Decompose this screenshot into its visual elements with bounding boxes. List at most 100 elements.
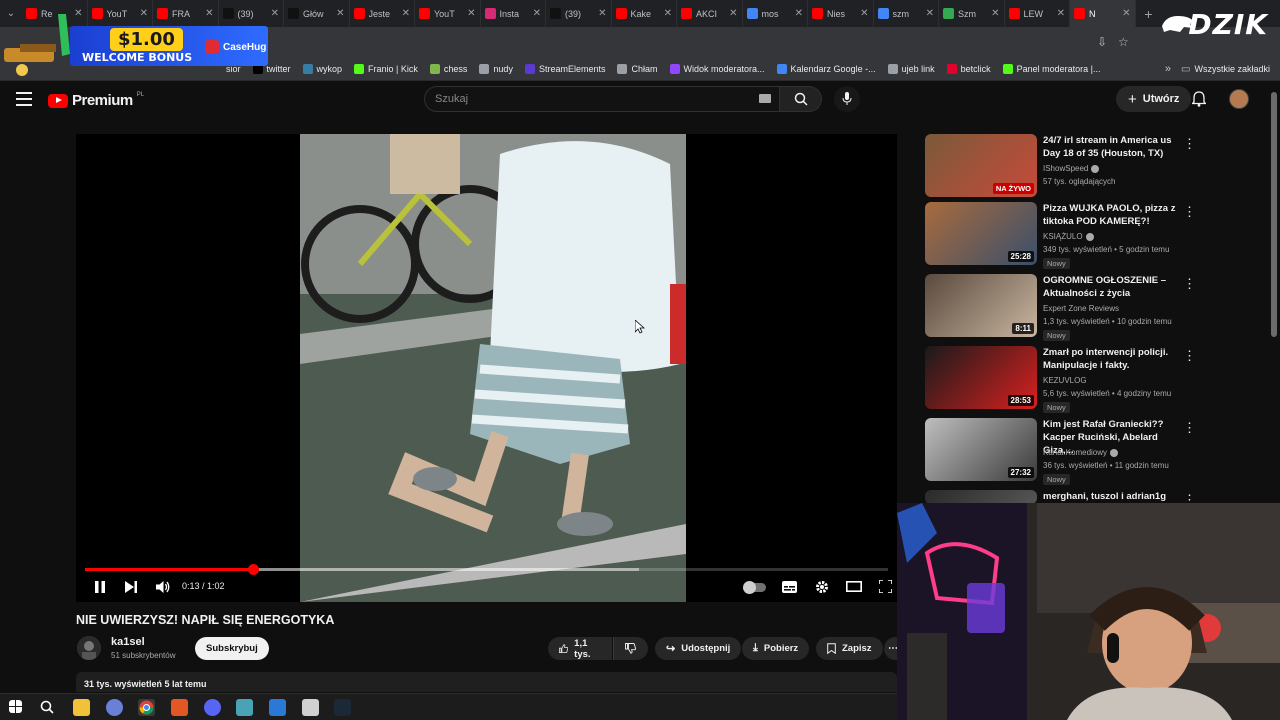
video-frame[interactable] xyxy=(300,134,686,602)
more-options-icon[interactable]: ⋮ xyxy=(1183,420,1196,436)
browser-tab[interactable]: szm ✕ xyxy=(874,0,939,27)
close-tab-icon[interactable]: ✕ xyxy=(271,8,279,19)
bookmark-star-icon[interactable]: ☆ xyxy=(1118,35,1129,49)
taskbar-search-icon[interactable] xyxy=(40,700,54,714)
bookmark-item[interactable]: Widok moderatora... xyxy=(669,63,765,74)
bookmark-item[interactable]: ujeb link xyxy=(887,63,935,74)
voice-search-button[interactable] xyxy=(834,86,860,112)
share-button[interactable]: ↪ Udostępnij xyxy=(655,637,742,660)
recommended-title[interactable]: Pizza WUJKA PAOLO, pizza z tiktoka POD K… xyxy=(1043,202,1181,228)
save-button[interactable]: Zapisz xyxy=(816,637,883,660)
browser-tab[interactable]: Głów ✕ xyxy=(284,0,350,27)
close-tab-icon[interactable]: ✕ xyxy=(1057,8,1065,19)
bookmark-item[interactable]: Franio | Kick xyxy=(354,63,418,74)
steam-icon[interactable] xyxy=(334,699,351,716)
windows-start-icon[interactable] xyxy=(9,700,22,713)
more-options-icon[interactable]: ⋮ xyxy=(1183,348,1196,364)
create-button[interactable]: + Utwórz xyxy=(1116,86,1192,112)
browser-tab[interactable]: N ✕ xyxy=(1070,0,1136,27)
browser-tab[interactable]: mos ✕ xyxy=(743,0,808,27)
recommended-video[interactable]: 27:32 Kim jest Rafał Graniecki?? Kacper R… xyxy=(925,418,1196,485)
notifications-bell-icon[interactable] xyxy=(1192,91,1206,107)
pause-icon[interactable] xyxy=(94,581,106,593)
install-app-icon[interactable]: ⇩ xyxy=(1097,35,1107,49)
browser-tab[interactable]: Kake ✕ xyxy=(612,0,677,27)
close-tab-icon[interactable]: ✕ xyxy=(860,8,868,19)
close-tab-icon[interactable]: ✕ xyxy=(467,8,475,19)
bookmark-item[interactable]: nudy xyxy=(479,63,513,74)
download-button[interactable]: ⤓ Pobierz xyxy=(742,637,810,660)
video-thumbnail[interactable]: NA ŻYWO xyxy=(925,134,1037,197)
video-thumbnail[interactable]: 25:28 xyxy=(925,202,1037,265)
channel-name[interactable]: ka1sel xyxy=(111,636,145,648)
browser-tab[interactable]: AKCI ✕ xyxy=(677,0,743,27)
recommended-channel[interactable]: IShowSpeed xyxy=(1043,164,1100,173)
browser-tab[interactable]: YouT ✕ xyxy=(415,0,481,27)
bookmark-item[interactable]: wykop xyxy=(302,63,342,74)
recommended-video[interactable]: merghani, tuszol i adrian1g ⋮ xyxy=(925,490,1196,507)
account-avatar[interactable] xyxy=(1229,89,1249,109)
bookmark-item[interactable]: chess xyxy=(429,63,467,74)
recommended-video[interactable]: 8:11 OGROMNE OGŁOSZENIE – Aktualności z ż… xyxy=(925,274,1196,341)
app-icon-5[interactable] xyxy=(302,699,319,716)
subscribe-button[interactable]: Subskrybuj xyxy=(195,637,269,660)
app-icon-4[interactable] xyxy=(269,699,286,716)
bookmark-item[interactable]: betclick xyxy=(946,63,991,74)
more-options-icon[interactable]: ⋮ xyxy=(1183,136,1196,152)
chrome-icon[interactable] xyxy=(138,699,155,716)
recommended-channel[interactable]: KSIĄŻULO xyxy=(1043,232,1094,241)
recommended-channel[interactable]: Kanał Komediowy xyxy=(1043,448,1119,457)
bookmark-item[interactable]: Kalendarz Google -... xyxy=(776,63,876,74)
recommended-title[interactable]: merghani, tuszol i adrian1g xyxy=(1043,490,1181,503)
browser-tab[interactable]: Szm ✕ xyxy=(939,0,1005,27)
close-tab-icon[interactable]: ✕ xyxy=(729,8,737,19)
close-tab-icon[interactable]: ✕ xyxy=(533,8,541,19)
recommended-video[interactable]: 25:28 Pizza WUJKA PAOLO, pizza z tiktoka … xyxy=(925,202,1196,269)
fullscreen-icon[interactable] xyxy=(879,580,892,593)
video-thumbnail[interactable]: 8:11 xyxy=(925,274,1037,337)
youtube-logo[interactable]: Premium PL xyxy=(48,92,144,109)
search-input[interactable]: Szukaj xyxy=(424,86,780,112)
bookmark-item[interactable]: Panel moderatora |... xyxy=(1002,63,1101,74)
video-thumbnail[interactable]: 28:53 xyxy=(925,346,1037,409)
bookmark-item[interactable]: Chłam xyxy=(617,63,658,74)
next-video-icon[interactable] xyxy=(125,581,137,593)
close-tab-icon[interactable]: ✕ xyxy=(598,8,606,19)
recommended-title[interactable]: 24/7 irl stream in America us Day 18 of … xyxy=(1043,134,1181,160)
recommended-title[interactable]: OGROMNE OGŁOSZENIE – Aktualności z życia xyxy=(1043,274,1181,300)
close-tab-icon[interactable]: ✕ xyxy=(664,8,672,19)
autoplay-toggle[interactable] xyxy=(743,581,766,594)
close-tab-icon[interactable]: ✕ xyxy=(926,8,934,19)
more-options-icon[interactable]: ⋮ xyxy=(1183,204,1196,220)
keyboard-icon[interactable] xyxy=(759,94,771,103)
app-icon-1[interactable] xyxy=(106,699,123,716)
menu-icon[interactable] xyxy=(16,92,32,106)
browser-tab[interactable]: Nies ✕ xyxy=(808,0,874,27)
browser-tab[interactable]: LEW ✕ xyxy=(1005,0,1070,27)
video-thumbnail[interactable]: 27:32 xyxy=(925,418,1037,481)
search-button[interactable] xyxy=(780,86,822,112)
close-tab-icon[interactable]: ✕ xyxy=(402,8,410,19)
browser-tab[interactable]: Insta ✕ xyxy=(481,0,546,27)
browser-tab[interactable]: (39) ✕ xyxy=(546,0,612,27)
video-thumbnail[interactable] xyxy=(925,490,1037,504)
more-actions-button[interactable]: ⋯ xyxy=(884,637,898,660)
like-button[interactable]: 1,1 tys. xyxy=(548,637,612,660)
all-bookmarks-folder[interactable]: ▭ Wszystkie zakładki xyxy=(1181,64,1270,75)
bookmarks-overflow-icon[interactable]: » xyxy=(1165,63,1171,75)
recommended-channel[interactable]: KEZUVLOG xyxy=(1043,376,1087,385)
seek-bar[interactable] xyxy=(85,564,888,575)
settings-gear-icon[interactable] xyxy=(815,580,829,594)
subtitles-icon[interactable] xyxy=(782,581,797,593)
discord-icon[interactable] xyxy=(204,699,221,716)
channel-avatar[interactable] xyxy=(77,636,101,660)
close-tab-icon[interactable]: ✕ xyxy=(991,8,999,19)
close-tab-icon[interactable]: ✕ xyxy=(795,8,803,19)
close-tab-icon[interactable]: ✕ xyxy=(1122,8,1130,19)
file-explorer-icon[interactable] xyxy=(73,699,90,716)
video-player[interactable] xyxy=(76,134,897,602)
page-scrollbar[interactable] xyxy=(1271,92,1277,337)
description-box[interactable]: 31 tys. wyświetleń 5 lat temu xyxy=(76,672,897,692)
recommended-title[interactable]: Zmarł po interwencji policji. Manipulacj… xyxy=(1043,346,1181,372)
dislike-button[interactable] xyxy=(613,637,648,660)
